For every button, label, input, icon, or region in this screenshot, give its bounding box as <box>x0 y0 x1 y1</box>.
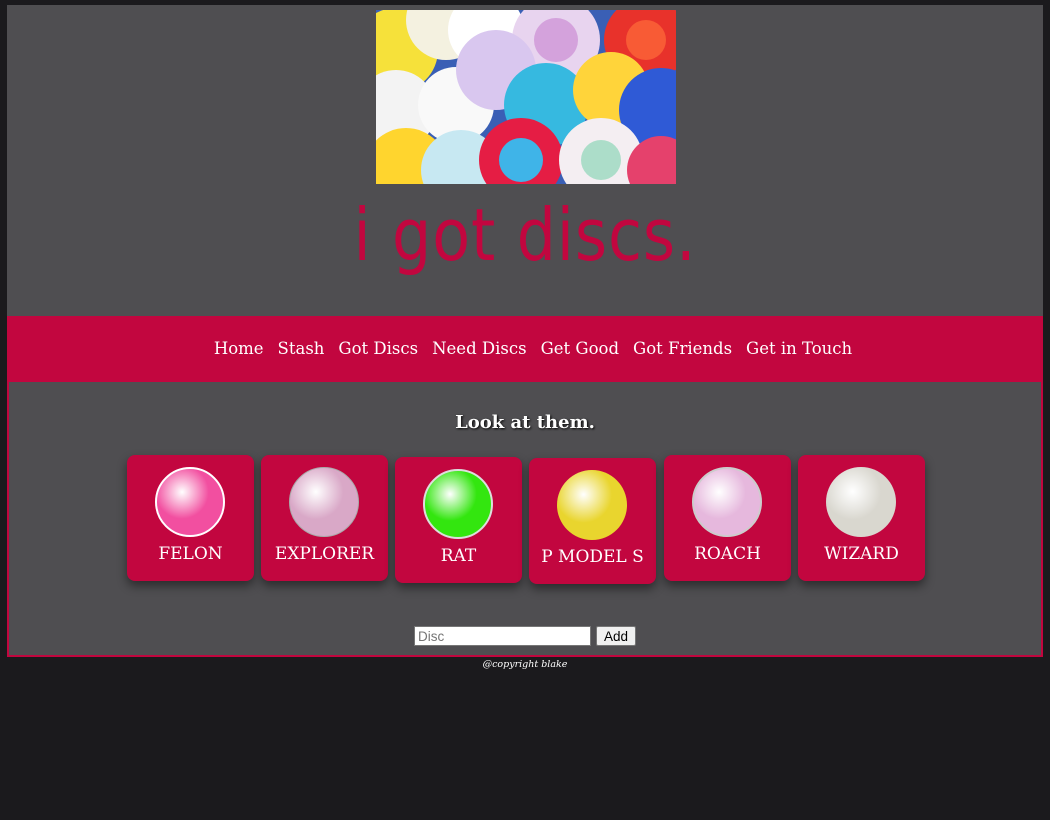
disc-card-felon[interactable]: FELON <box>127 455 254 581</box>
disc-card-roach[interactable]: ROACH <box>664 455 791 581</box>
section-heading: Look at them. <box>455 412 595 433</box>
disc-card-p-model-s[interactable]: P MODEL S <box>529 458 656 584</box>
disc-name: ROACH <box>694 544 761 564</box>
hero-image <box>376 10 676 184</box>
page: i got discs. Home Stash Got Discs Need D… <box>7 5 1043 670</box>
site-header: i got discs. <box>7 5 1043 316</box>
disc-gallery: Look at them. FELON EXPLORER RAT P MODEL… <box>7 380 1043 657</box>
disc-image <box>826 467 896 537</box>
disc-card-wizard[interactable]: WIZARD <box>798 455 925 581</box>
disc-image <box>557 470 627 540</box>
disc-card-rat[interactable]: RAT <box>395 457 522 583</box>
nav-item-need-discs[interactable]: Need Discs <box>432 339 526 358</box>
nav-item-home[interactable]: Home <box>214 339 264 358</box>
disc-input[interactable] <box>413 626 591 646</box>
disc-image <box>289 467 359 537</box>
main-nav: Home Stash Got Discs Need Discs Get Good… <box>7 316 1043 380</box>
add-disc-form: Add <box>9 626 1041 646</box>
disc-image <box>423 469 493 539</box>
nav-item-got-friends[interactable]: Got Friends <box>633 339 732 358</box>
disc-image <box>155 467 225 537</box>
disc-image <box>692 467 762 537</box>
footer-copyright: @copyright blake <box>482 659 568 670</box>
add-button[interactable]: Add <box>595 626 637 646</box>
site-title: i got discs. <box>353 193 697 277</box>
nav-item-stash[interactable]: Stash <box>278 339 325 358</box>
nav-item-get-good[interactable]: Get Good <box>541 339 619 358</box>
nav-item-get-in-touch[interactable]: Get in Touch <box>746 339 852 358</box>
disc-name: P MODEL S <box>541 547 644 567</box>
disc-name: EXPLORER <box>274 544 375 564</box>
nav-item-got-discs[interactable]: Got Discs <box>338 339 418 358</box>
disc-card-explorer[interactable]: EXPLORER <box>261 455 388 581</box>
disc-pile-illustration <box>376 10 676 184</box>
disc-name: FELON <box>158 544 223 564</box>
disc-name: RAT <box>440 546 477 566</box>
disc-name: WIZARD <box>824 544 899 564</box>
